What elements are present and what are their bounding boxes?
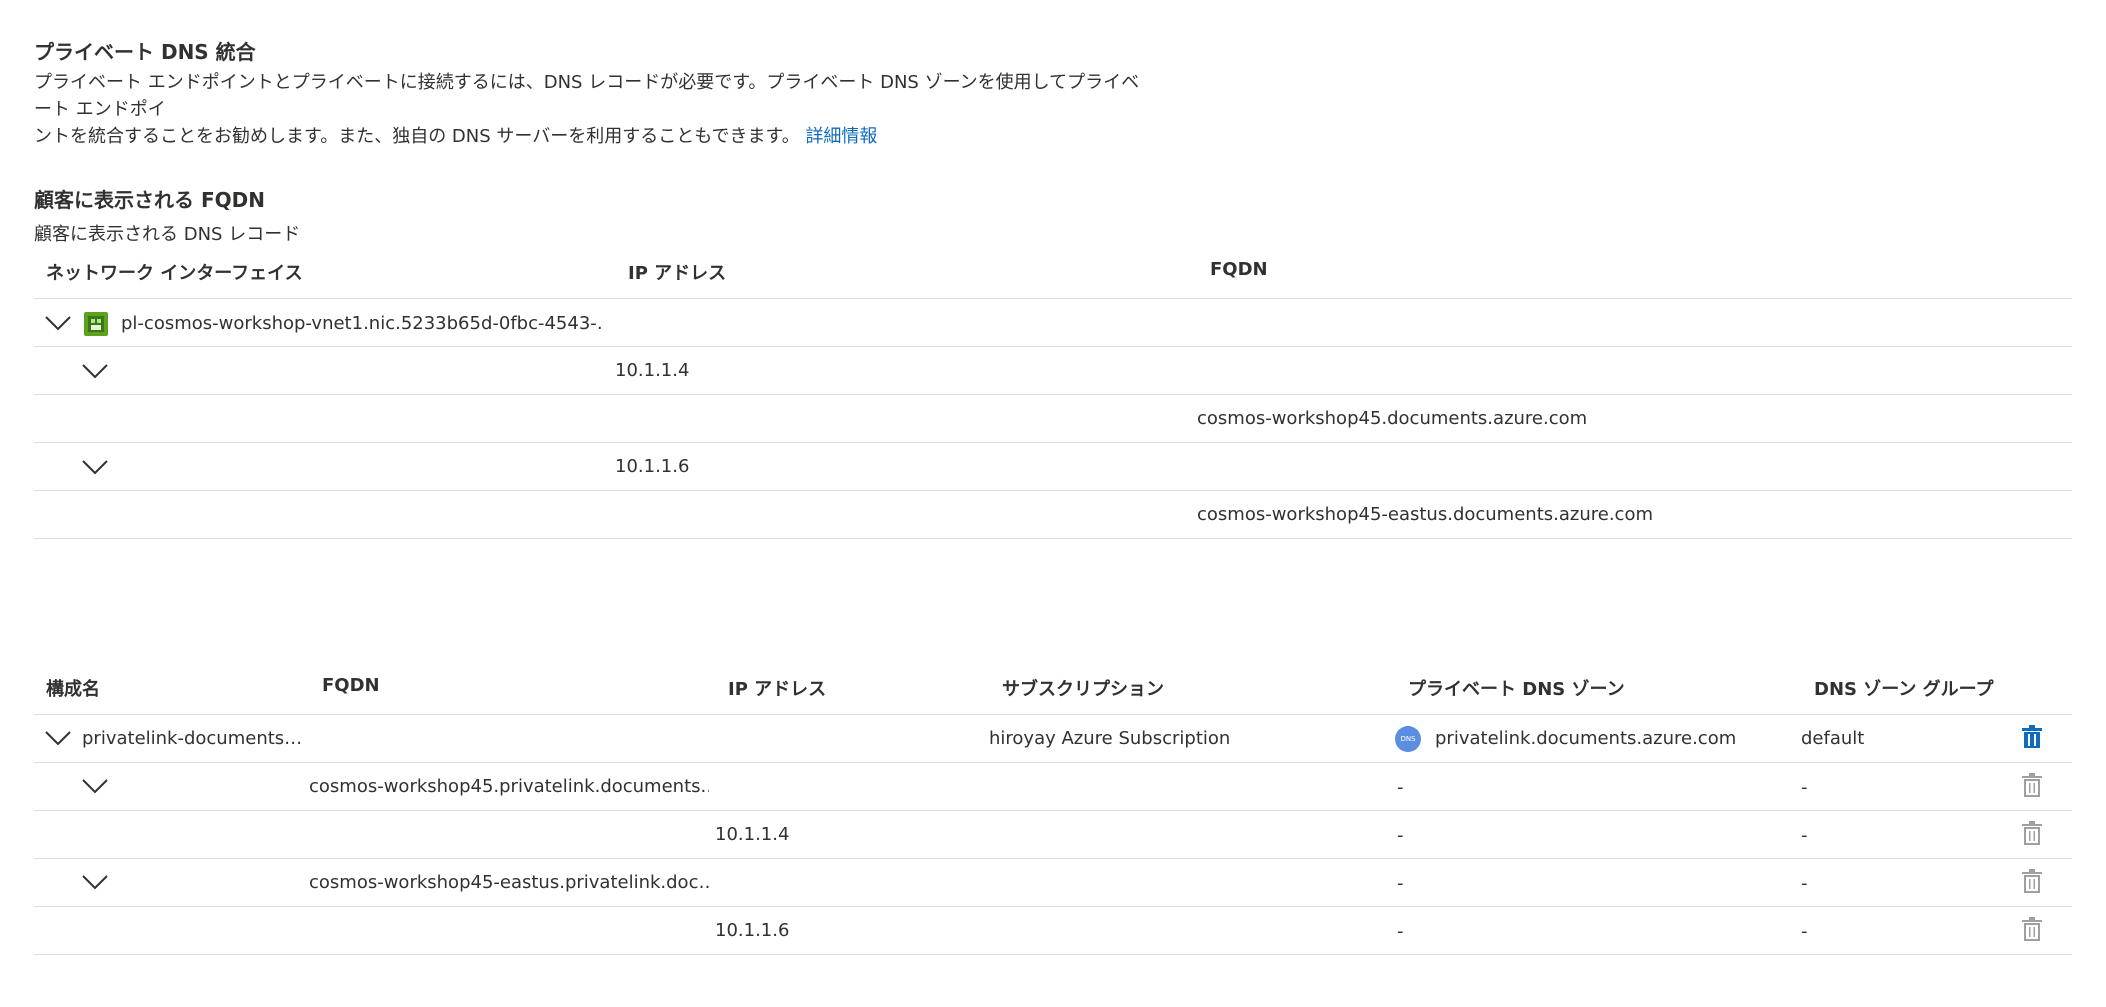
row-divider (34, 714, 2072, 715)
row-divider (34, 442, 2072, 443)
trash-icon[interactable] (2022, 773, 2042, 797)
row-divider (34, 762, 2072, 763)
chevron-down-icon[interactable] (79, 772, 111, 798)
zone-dash: - (1397, 921, 1404, 942)
row-divider (34, 538, 2072, 539)
row-divider (34, 490, 2072, 491)
dns-integration-description: プライベート エンドポイントとプライベートに接続するには、DNS レコードが必要… (34, 69, 1154, 150)
ip-address-value: 10.1.1.4 (615, 360, 690, 381)
chevron-down-icon[interactable] (42, 309, 74, 335)
dns-zone-group-value: default (1801, 728, 1865, 749)
zone-dash: - (1397, 825, 1404, 846)
header-fqdn: FQDN (322, 675, 380, 696)
dns-zone-icon: DNS (1395, 726, 1421, 752)
config-fqdn-value: cosmos-workshop45.privatelink.documents.… (309, 776, 709, 797)
trash-icon[interactable] (2022, 869, 2042, 893)
header-network-interface: ネットワーク インターフェイス (46, 263, 303, 284)
row-divider (34, 810, 2072, 811)
row-divider (34, 394, 2072, 395)
config-fqdn-value: cosmos-workshop45-eastus.privatelink.doc… (309, 872, 709, 893)
fqdn-value: cosmos-workshop45.documents.azure.com (1197, 408, 1588, 429)
zone-dash: - (1397, 777, 1404, 798)
config-ip-value: 10.1.1.6 (715, 920, 790, 941)
header-dns-zone-group: DNS ゾーン グループ (1814, 679, 1994, 700)
header-ip-address: IP アドレス (728, 679, 827, 700)
trash-icon[interactable] (2022, 725, 2042, 749)
learn-more-link[interactable]: 詳細情報 (805, 126, 877, 147)
header-ip-address: IP アドレス (628, 263, 727, 284)
trash-icon[interactable] (2022, 821, 2042, 845)
row-divider (34, 858, 2072, 859)
row-divider (34, 954, 2072, 955)
network-interface-icon (84, 312, 108, 336)
header-private-dns-zone: プライベート DNS ゾーン (1408, 679, 1625, 700)
header-config-name: 構成名 (46, 679, 100, 700)
zone-group-dash: - (1801, 825, 1808, 846)
config-name: privatelink-documents… (82, 728, 303, 749)
header-fqdn: FQDN (1210, 259, 1268, 280)
trash-icon[interactable] (2022, 917, 2042, 941)
zone-group-dash: - (1801, 921, 1808, 942)
nic-link[interactable]: pl-cosmos-workshop-vnet1.nic.5233b65d-0f… (121, 313, 601, 334)
private-dns-zone-link[interactable]: privatelink.documents.azure.com (1435, 728, 1736, 749)
chevron-down-icon[interactable] (79, 453, 111, 479)
header-subscription: サブスクリプション (1002, 679, 1164, 700)
zone-dash: - (1397, 873, 1404, 894)
row-divider (34, 906, 2072, 907)
zone-group-dash: - (1801, 873, 1808, 894)
chevron-down-icon[interactable] (79, 357, 111, 383)
row-divider (34, 298, 2072, 299)
config-ip-value: 10.1.1.4 (715, 824, 790, 845)
chevron-down-icon[interactable] (42, 724, 74, 750)
description-line-1: プライベート エンドポイントとプライベートに接続するには、DNS レコードが必要… (34, 72, 1140, 120)
section-title-customer-fqdn: 顧客に表示される FQDN (34, 188, 265, 212)
subscription-value: hiroyay Azure Subscription (989, 728, 1231, 749)
customer-fqdn-subtitle: 顧客に表示される DNS レコード (34, 224, 301, 245)
description-line-2: ントを統合することをお勧めします。また、独自の DNS サーバーを利用することも… (34, 126, 800, 147)
zone-group-dash: - (1801, 777, 1808, 798)
row-divider (34, 346, 2072, 347)
chevron-down-icon[interactable] (79, 868, 111, 894)
ip-address-value: 10.1.1.6 (615, 456, 690, 477)
fqdn-value: cosmos-workshop45-eastus.documents.azure… (1197, 504, 1653, 525)
section-title-dns-integration: プライベート DNS 統合 (34, 40, 256, 64)
